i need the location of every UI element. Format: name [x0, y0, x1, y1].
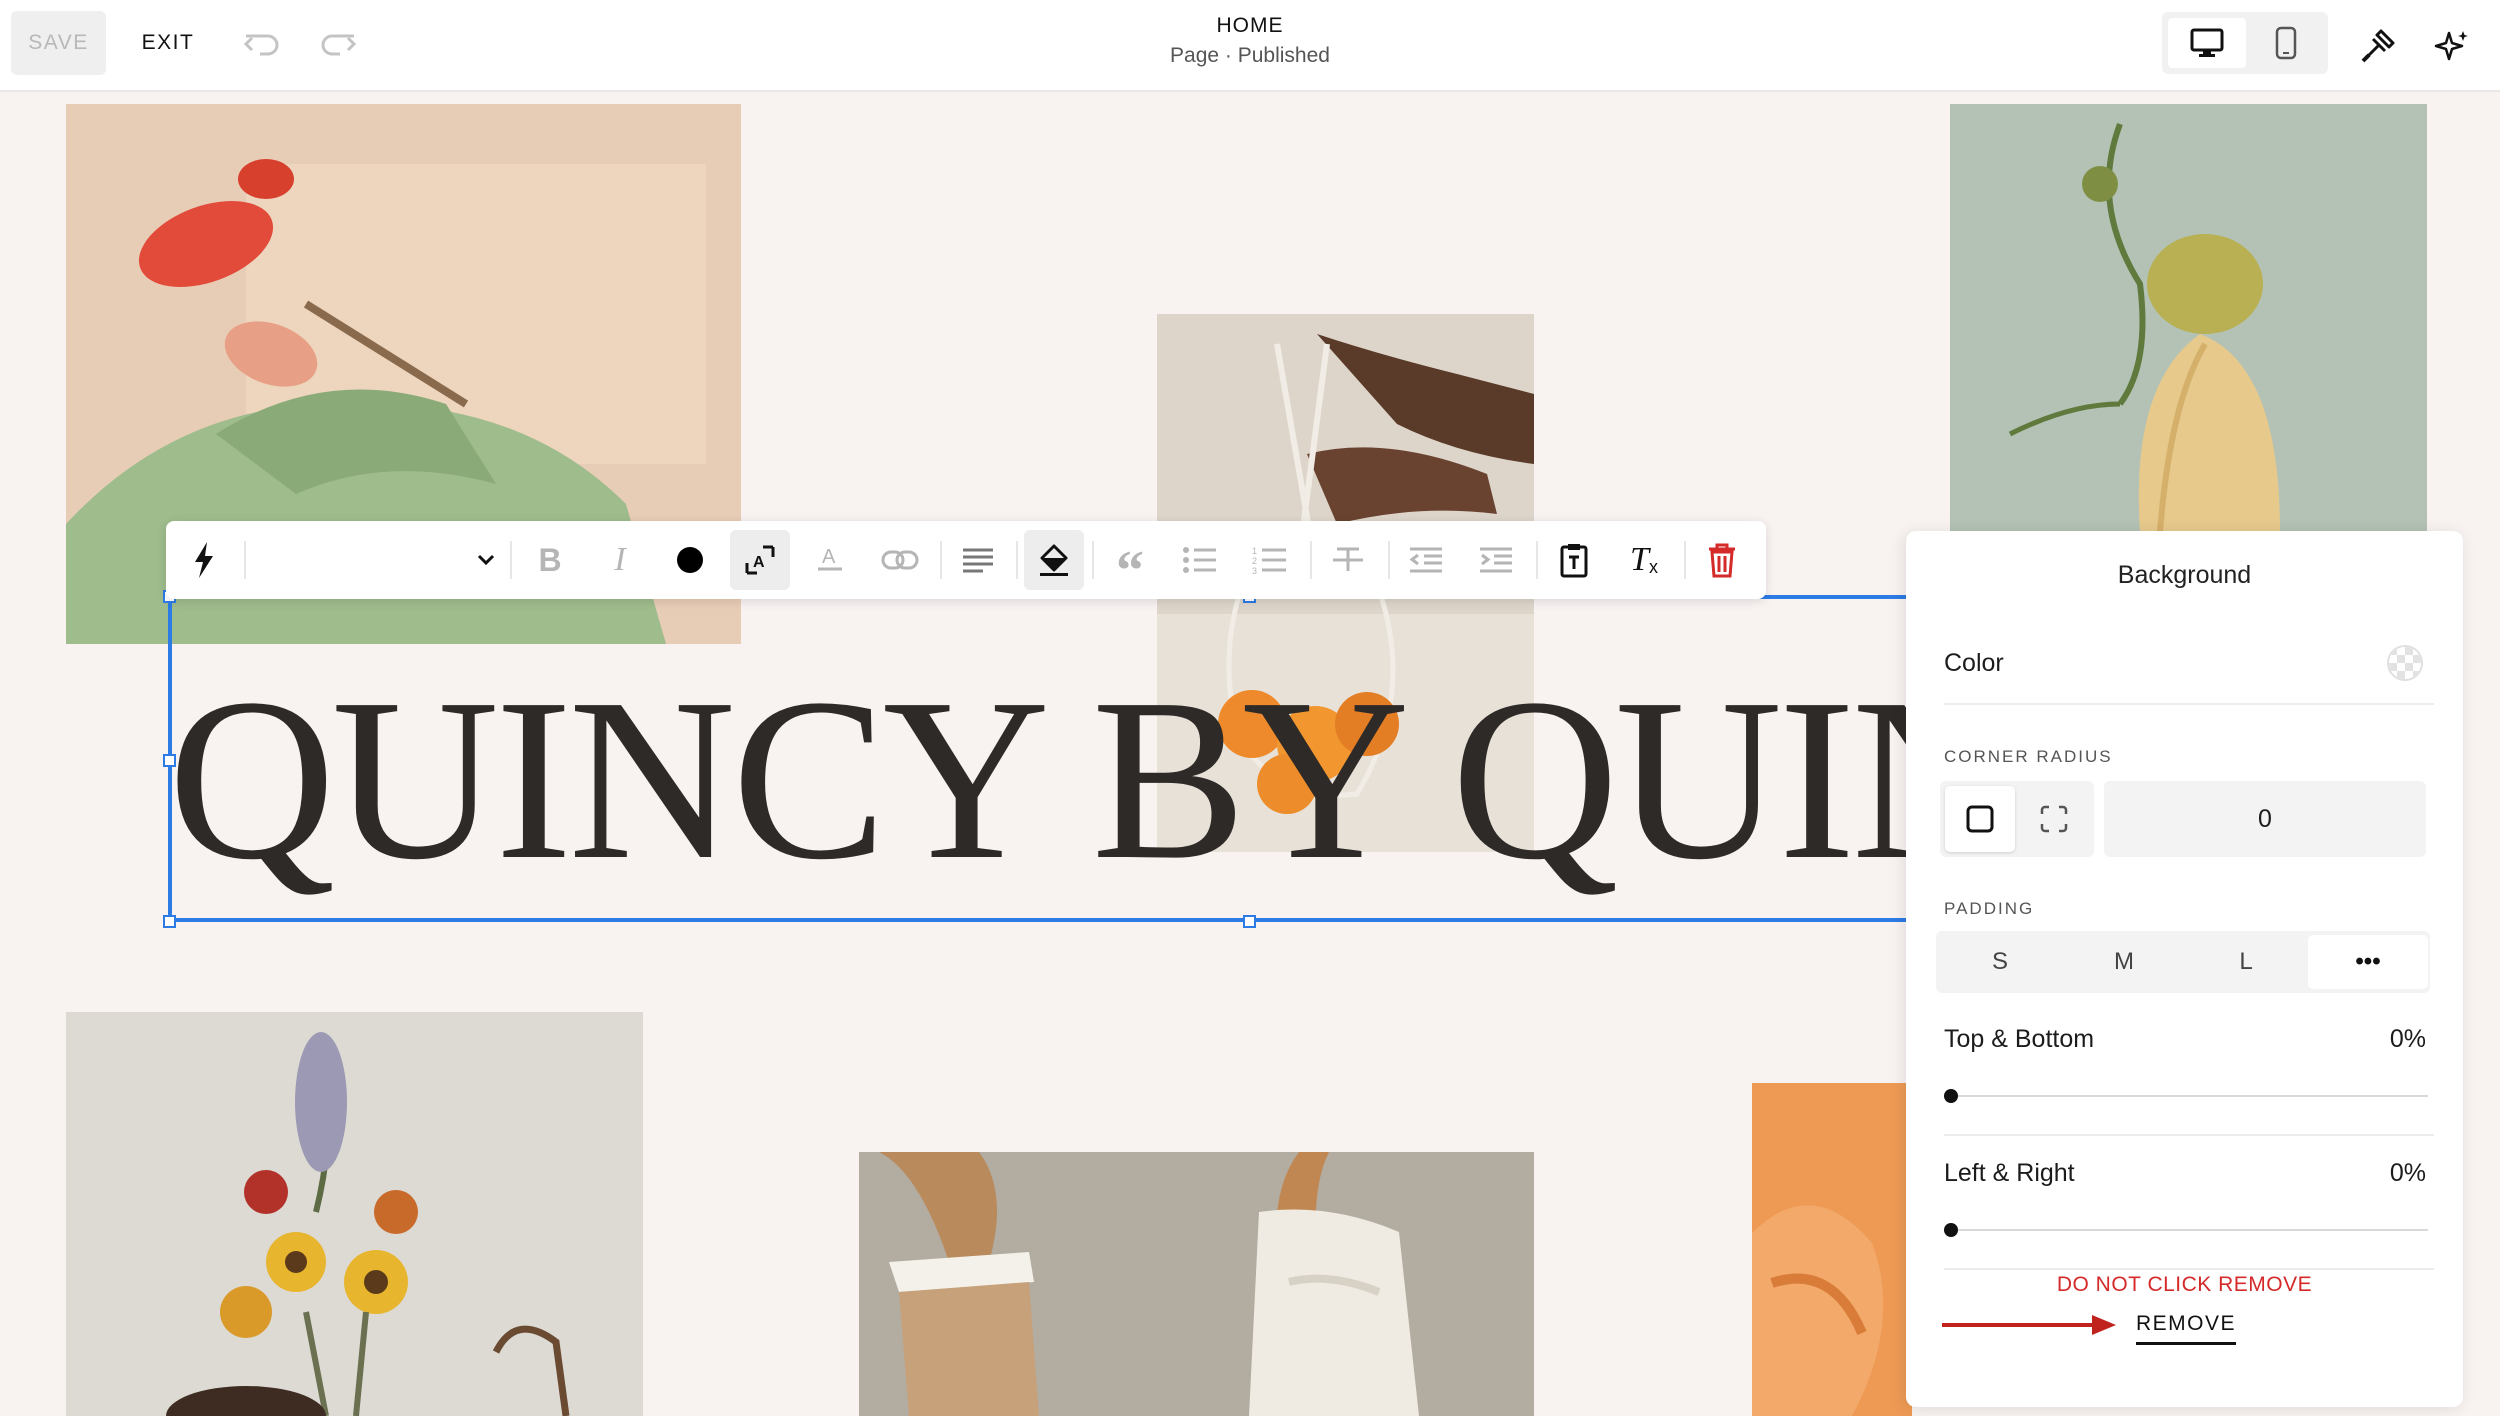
radius-individual-icon[interactable]: [2019, 786, 2089, 852]
padding-options: S M L •••: [1936, 931, 2430, 993]
lightning-icon[interactable]: [174, 530, 234, 590]
corner-radius-label: CORNER RADIUS: [1944, 747, 2113, 766]
left-right-slider[interactable]: [1944, 1229, 2428, 1231]
top-bar: SAVE EXIT HOME Page · Published: [0, 0, 2500, 92]
color-swatch[interactable]: [2387, 645, 2423, 681]
resize-handle-bottom[interactable]: [1243, 915, 1256, 928]
top-bottom-slider[interactable]: [1944, 1095, 2428, 1097]
save-button[interactable]: SAVE: [11, 11, 106, 75]
link-icon[interactable]: [870, 530, 930, 590]
padding-option-m[interactable]: M: [2064, 935, 2184, 989]
fill-bucket-icon[interactable]: [1024, 530, 1084, 590]
photo-two-women: [859, 1152, 1534, 1416]
font-dropdown[interactable]: [242, 530, 502, 590]
padding-option-l[interactable]: L: [2186, 935, 2306, 989]
left-right-slider-thumb[interactable]: [1944, 1223, 1958, 1237]
sparkle-icon[interactable]: [2426, 20, 2478, 72]
text-color-icon[interactable]: [660, 530, 720, 590]
resize-handle-bottom-left[interactable]: [163, 915, 176, 928]
text-size-icon[interactable]: A: [730, 530, 790, 590]
left-right-label: Left & Right: [1944, 1159, 2075, 1187]
redo-icon[interactable]: [314, 20, 362, 68]
top-bottom-label: Top & Bottom: [1944, 1025, 2095, 1053]
undo-icon[interactable]: [238, 20, 286, 68]
photo-sunflower-bouquet: [66, 1012, 643, 1416]
padding-option-s[interactable]: S: [1940, 935, 2060, 989]
padding-option-custom[interactable]: •••: [2308, 935, 2428, 989]
color-label: Color: [1944, 649, 2004, 677]
bullet-list-icon[interactable]: [1170, 530, 1230, 590]
radius-uniform-icon[interactable]: [1945, 786, 2015, 852]
svg-text:1: 1: [1252, 546, 1257, 556]
bold-icon[interactable]: B: [520, 530, 580, 590]
text-format-toolbar: B I A A “ 123 Tx: [166, 521, 1766, 599]
panel-title: Background: [2117, 561, 2252, 589]
top-bottom-slider-thumb[interactable]: [1944, 1089, 1958, 1103]
indent-icon[interactable]: [1466, 530, 1526, 590]
background-panel: Background Color CORNER RADIUS 0 PADDING…: [1906, 531, 2463, 1407]
arrow-right-icon: [1942, 1315, 2116, 1335]
desktop-icon[interactable]: [2168, 18, 2246, 68]
svg-text:2: 2: [1252, 556, 1257, 566]
svg-text:3: 3: [1252, 566, 1257, 575]
strikethrough-icon[interactable]: [1318, 530, 1378, 590]
exit-button[interactable]: EXIT: [128, 11, 208, 75]
chevron-down-icon: [477, 554, 495, 566]
clear-format-icon[interactable]: Tx: [1614, 530, 1674, 590]
device-toggle: [2162, 12, 2328, 74]
outdent-icon[interactable]: [1396, 530, 1456, 590]
corner-radius-input[interactable]: 0: [2104, 781, 2426, 857]
photo-cactus-squash: [1950, 104, 2427, 532]
text-block-selection: [163, 590, 1908, 928]
site-styles-icon[interactable]: [2352, 20, 2404, 72]
warning-text: DO NOT CLICK REMOVE: [2056, 1273, 2313, 1296]
padding-label: PADDING: [1944, 899, 2035, 918]
italic-icon[interactable]: I: [590, 530, 650, 590]
svg-text:A: A: [822, 546, 836, 568]
numbered-list-icon[interactable]: 123: [1240, 530, 1300, 590]
page-title-block: HOME Page · Published: [1050, 14, 1450, 68]
text-highlight-icon[interactable]: A: [800, 530, 860, 590]
align-left-icon[interactable]: [948, 530, 1008, 590]
left-right-value: 0%: [2389, 1159, 2426, 1187]
top-bottom-value: 0%: [2389, 1025, 2426, 1053]
paste-text-icon[interactable]: [1544, 530, 1604, 590]
page-title: HOME: [1216, 14, 1284, 37]
photo-orange-fabric: [1752, 1083, 1912, 1416]
remove-button[interactable]: REMOVE: [2136, 1312, 2236, 1345]
resize-handle-left[interactable]: [163, 754, 176, 767]
svg-text:A: A: [753, 554, 765, 571]
mobile-icon[interactable]: [2250, 18, 2322, 68]
trash-icon[interactable]: [1692, 530, 1752, 590]
page-status: Page · Published: [1170, 44, 1330, 67]
corner-radius-toggle: [1940, 781, 2094, 857]
quote-icon[interactable]: “: [1100, 530, 1160, 599]
